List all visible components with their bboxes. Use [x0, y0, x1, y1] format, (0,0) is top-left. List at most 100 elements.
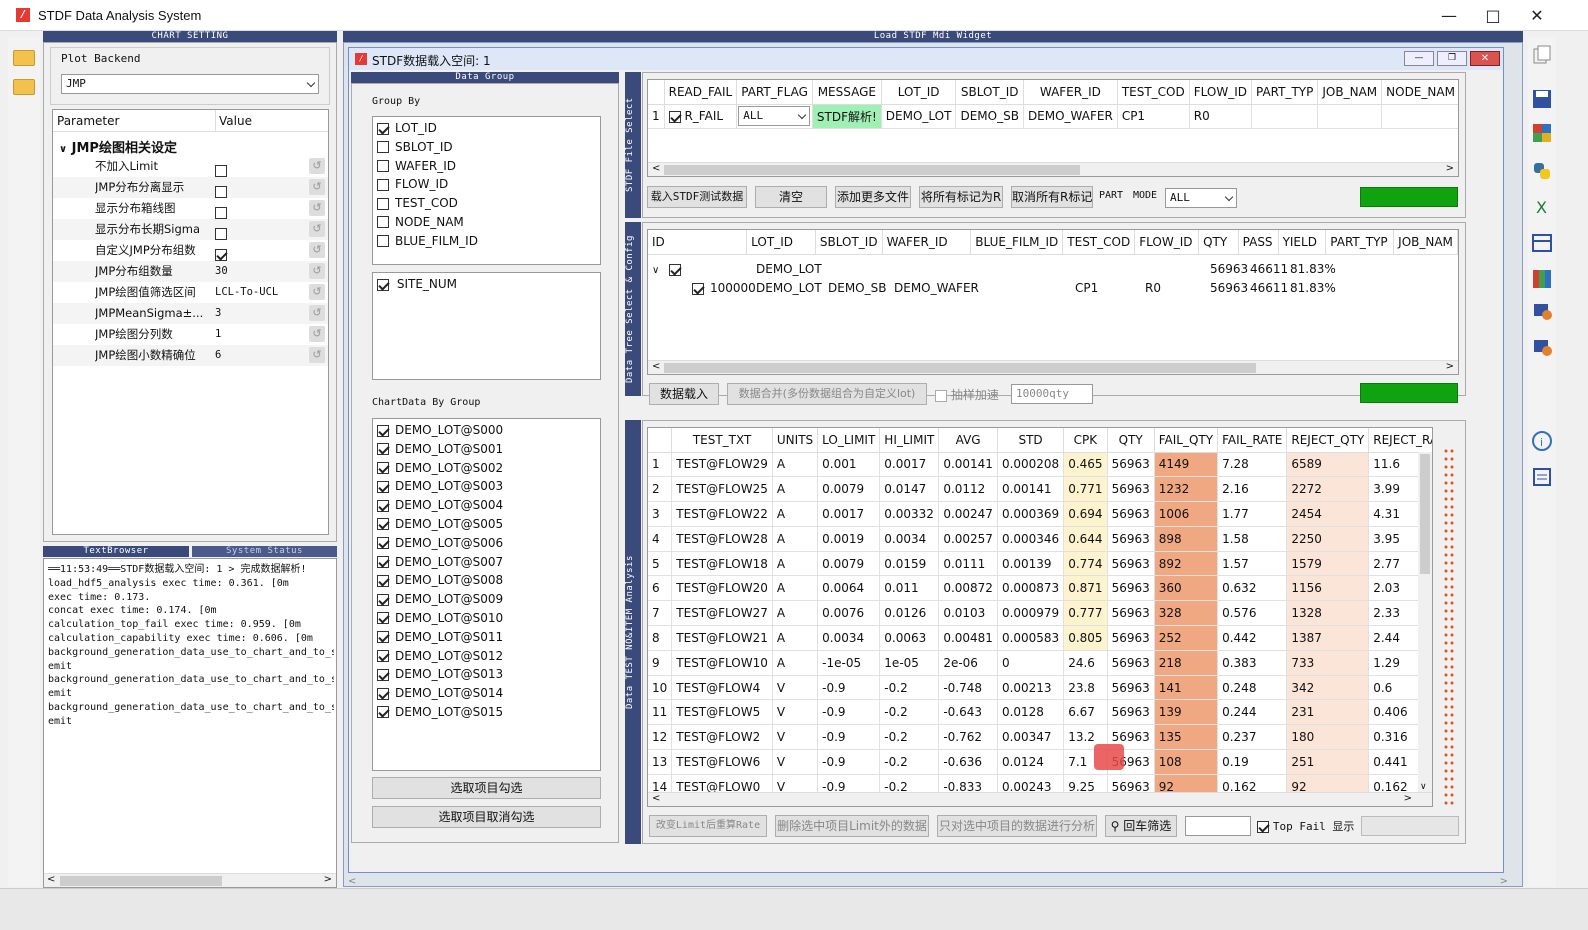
chart-group-item[interactable]: DEMO_LOT@S001	[377, 440, 503, 459]
parameter-checkbox[interactable]	[215, 248, 227, 261]
parameter-checkbox[interactable]	[215, 227, 227, 240]
chart-group-checkbox[interactable]	[377, 424, 389, 437]
chart-group-checkbox[interactable]	[377, 556, 389, 569]
chart-group-item[interactable]: DEMO_LOT@S006	[377, 534, 503, 553]
chart-group-checkbox[interactable]	[377, 612, 389, 625]
chart-group-checkbox[interactable]	[377, 518, 389, 531]
analysis-horizontal-scrollbar[interactable]: < >	[648, 792, 1432, 806]
chart-group-item[interactable]: DEMO_LOT@S009	[377, 590, 503, 609]
subwindow-minimize-button[interactable]: —	[1404, 51, 1434, 66]
mark-all-r-button[interactable]: 将所有标记为R	[919, 186, 1003, 208]
parameter-value[interactable]: LCL-To-UCL	[215, 282, 278, 303]
site-num-checkbox[interactable]	[377, 278, 389, 291]
chart-group-checkbox[interactable]	[377, 480, 389, 493]
analyze-selected-button[interactable]: 只对选中项目的数据进行分析	[937, 815, 1097, 837]
part-flag-select[interactable]: ALL	[738, 106, 811, 127]
scroll-down-icon[interactable]: ∨	[1420, 782, 1427, 792]
group-by-checkbox[interactable]	[377, 197, 389, 210]
column-header[interactable]: AVG	[938, 428, 998, 453]
column-header[interactable]: ID	[648, 230, 748, 255]
data-load-button[interactable]: 数据载入	[649, 383, 719, 405]
chart-group-checkbox[interactable]	[377, 650, 389, 663]
column-header[interactable]: TEST_TXT	[671, 428, 773, 453]
load-stdf-button[interactable]: 载入STDF测试数据	[647, 186, 747, 208]
table-row[interactable]: 9 TEST@FLOW10 A -1e-05 1e-05 2e-06 0 24.6 56963 2…	[648, 650, 1432, 676]
chart-group-checkbox[interactable]	[377, 462, 389, 475]
chevron-down-icon[interactable]: ∨	[652, 265, 659, 276]
column-header[interactable]: READ_FAIL	[664, 80, 738, 105]
column-header[interactable]: SBLOT_ID	[815, 230, 883, 255]
save-icon[interactable]	[1531, 88, 1553, 110]
read-fail-checkbox[interactable]	[668, 110, 681, 123]
group-by-checkbox[interactable]	[377, 122, 389, 135]
close-button[interactable]: ✕	[1514, 0, 1560, 31]
report-icon[interactable]	[1531, 336, 1553, 358]
column-header[interactable]: FLOW_ID	[1134, 230, 1200, 255]
python-icon[interactable]	[1531, 160, 1553, 182]
parameter-value[interactable]: 30	[215, 261, 228, 282]
tree-child-row[interactable]: 100000 DEMO_LOT DEMO_SB DEMO_WAFER CP1 R…	[692, 279, 1452, 298]
add-files-button[interactable]: 添加更多文件	[835, 186, 911, 208]
chart-group-checkbox[interactable]	[377, 537, 389, 550]
column-header[interactable]: NODE_NAM	[1381, 80, 1458, 105]
column-header[interactable]: SBLOT_ID	[955, 80, 1024, 105]
info-icon[interactable]: i	[1531, 430, 1553, 452]
table-row[interactable]: 10 TEST@FLOW4 V -0.9 -0.2 -0.748 0.00213 23.8 56…	[648, 675, 1432, 701]
column-header[interactable]: PART_FLAG	[736, 80, 813, 105]
reset-icon[interactable]: ↺	[309, 200, 325, 216]
scroll-right-icon[interactable]: >	[1446, 361, 1454, 372]
maximize-button[interactable]: □	[1470, 0, 1516, 31]
chart-group-item[interactable]: DEMO_LOT@S005	[377, 515, 503, 534]
column-header[interactable]: FAIL_RATE	[1217, 428, 1288, 453]
column-header[interactable]: PART_TYP	[1325, 230, 1395, 255]
group-by-checkbox[interactable]	[377, 216, 389, 229]
palette-icon[interactable]	[1531, 122, 1553, 144]
group-by-checkbox[interactable]	[377, 160, 389, 173]
parameter-checkbox[interactable]	[215, 206, 227, 219]
table-row[interactable]: 4 TEST@FLOW28 A 0.0019 0.0034 0.00257 0.000346…	[648, 526, 1432, 552]
column-header[interactable]: FLOW_ID	[1189, 80, 1253, 105]
parameter-row[interactable]: JMP分布组数量 30 ↺	[53, 261, 328, 282]
scroll-left-icon[interactable]: <	[652, 163, 660, 174]
chart-group-checkbox[interactable]	[377, 668, 389, 681]
mode-select[interactable]: ALL	[1165, 188, 1237, 208]
open-folder-icon[interactable]	[13, 50, 35, 66]
open-folder-icon[interactable]	[13, 79, 35, 95]
parameter-row[interactable]: JMP绘图值筛选区间 LCL-To-UCL ↺	[53, 282, 328, 303]
reset-icon[interactable]: ↺	[309, 158, 325, 174]
sample-qty-spinbox[interactable]: 10000qty	[1011, 384, 1093, 404]
jmp-settings-group[interactable]: ∨ JMP绘图相关设定	[59, 137, 177, 156]
filter-input[interactable]	[1185, 816, 1251, 836]
tree-horizontal-scrollbar[interactable]: < >	[648, 360, 1458, 374]
scroll-right-icon[interactable]: >	[1500, 876, 1508, 887]
file-horizontal-scrollbar[interactable]: < >	[648, 162, 1458, 176]
table-row[interactable]: 6 TEST@FLOW20 A 0.0064 0.011 0.00872 0.000873 0…	[648, 575, 1432, 602]
group-by-checkbox[interactable]	[377, 235, 389, 248]
reset-icon[interactable]: ↺	[309, 284, 325, 300]
reset-icon[interactable]: ↺	[309, 242, 325, 258]
enter-filter-button[interactable]: ⚲ 回车筛选	[1105, 815, 1177, 837]
chart-group-item[interactable]: DEMO_LOT@S004	[377, 496, 503, 515]
column-header[interactable]: WAFER_ID	[1023, 80, 1118, 105]
parameter-row[interactable]: 显示分布箱线图 ↺	[53, 198, 328, 219]
column-header[interactable]: TEST_COD	[1117, 80, 1190, 105]
group-by-item[interactable]: WAFER_ID	[377, 157, 478, 176]
chart-group-item[interactable]: DEMO_LOT@S011	[377, 628, 503, 647]
parameter-checkbox[interactable]	[215, 185, 227, 198]
table-row[interactable]: 3 TEST@FLOW22 A 0.0017 0.00332 0.00247 0.00036…	[648, 501, 1432, 527]
parameter-value[interactable]: 3	[215, 303, 221, 324]
chart-export-icon[interactable]	[1531, 300, 1553, 322]
reset-icon[interactable]: ↺	[309, 326, 325, 342]
chart-group-checkbox[interactable]	[377, 499, 389, 512]
column-header[interactable]: REJECT_QTY	[1286, 428, 1370, 453]
recalc-rate-button[interactable]: 改变Limit后重算Rate	[649, 815, 767, 837]
log-horizontal-scrollbar[interactable]: < >	[44, 873, 336, 887]
reset-icon[interactable]: ↺	[309, 305, 325, 321]
group-by-item[interactable]: FLOW_ID	[377, 175, 478, 194]
group-by-checkbox[interactable]	[377, 141, 389, 154]
column-header[interactable]: LO_LIMIT	[817, 428, 881, 453]
copy-icon[interactable]	[1531, 44, 1553, 66]
chart-group-item[interactable]: DEMO_LOT@S012	[377, 647, 503, 666]
grid-color-icon[interactable]	[1531, 268, 1553, 290]
parameter-value[interactable]: 6	[215, 345, 221, 366]
